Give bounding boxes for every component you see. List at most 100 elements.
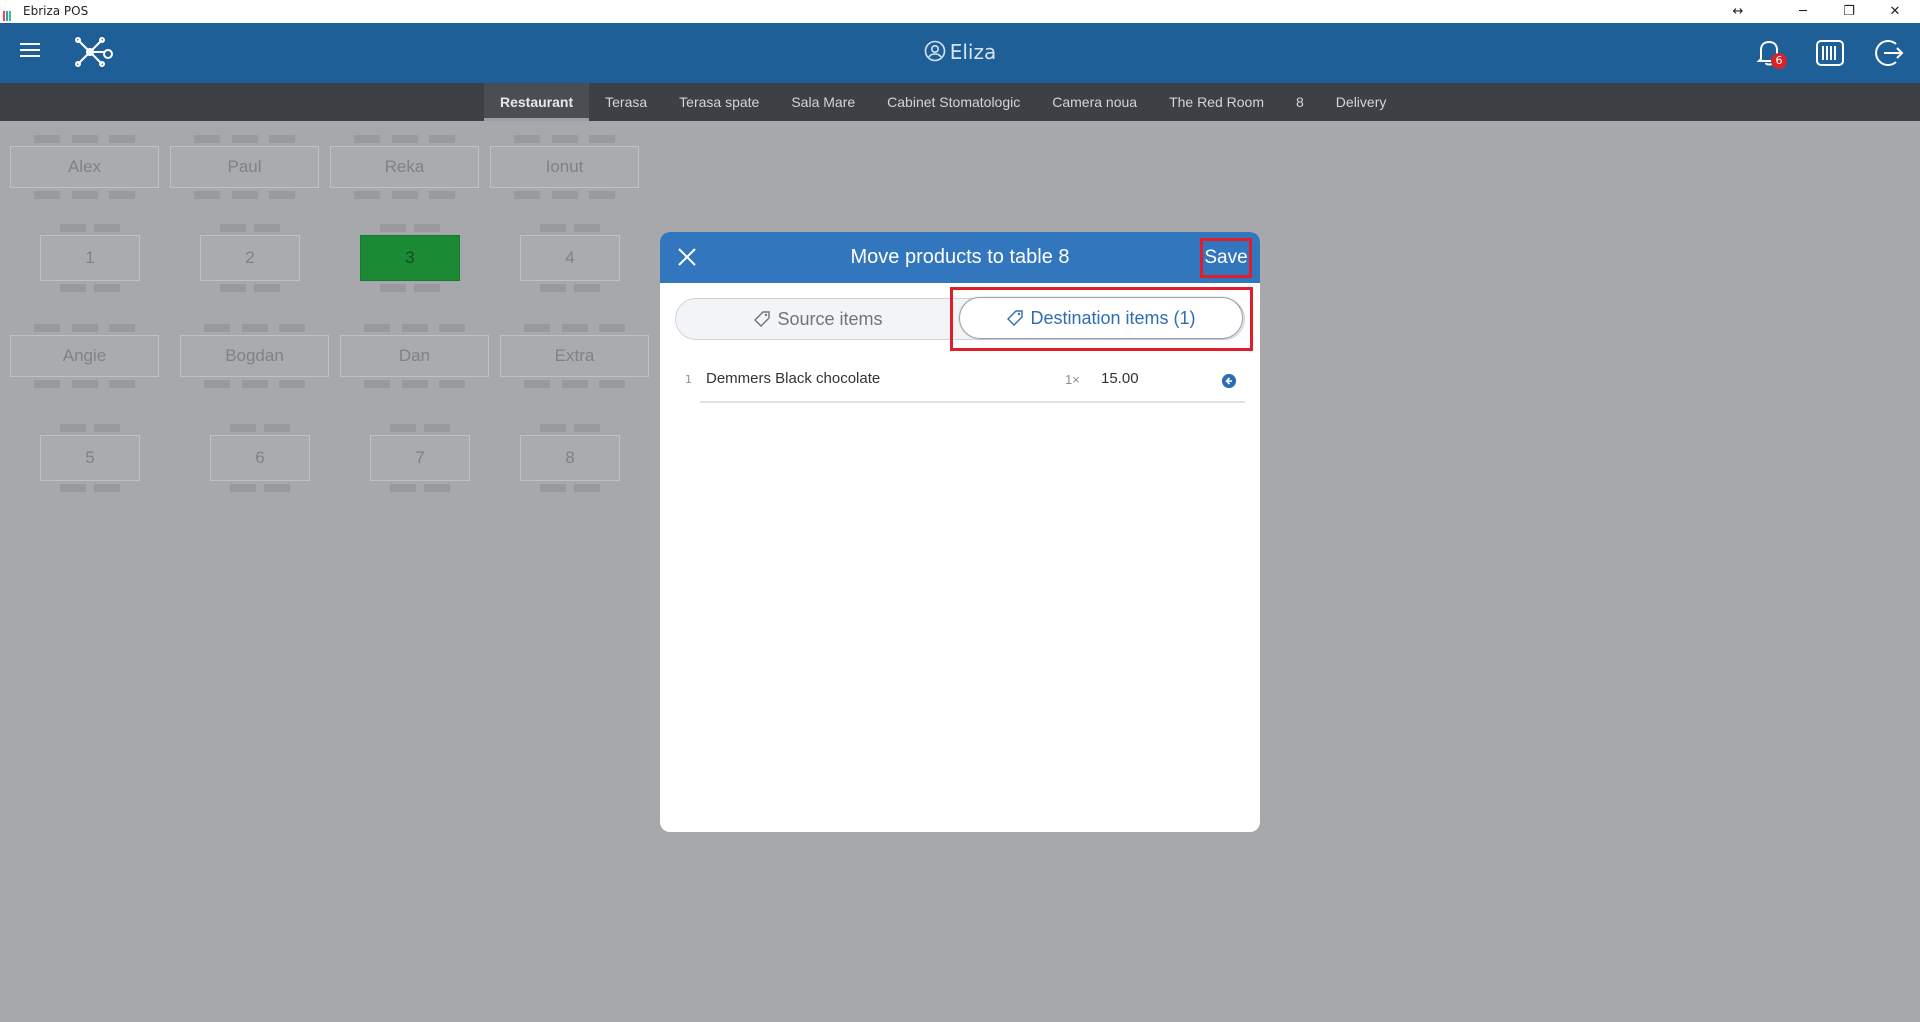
table-chair <box>71 324 98 332</box>
restore-button[interactable]: ❐ <box>1827 0 1871 23</box>
table-chair <box>241 380 268 388</box>
tab-room[interactable]: Terasa <box>589 83 663 121</box>
table-4[interactable]: 4 <box>520 235 620 281</box>
table-chair <box>524 380 551 388</box>
table-chair <box>71 380 98 388</box>
window-title: Ebriza POS <box>23 4 89 18</box>
table-2[interactable]: 2 <box>200 235 300 281</box>
table-chair <box>354 135 381 143</box>
table-chair <box>241 324 268 332</box>
table-chair <box>194 191 221 199</box>
table-alex[interactable]: Alex <box>10 146 159 188</box>
table-dan[interactable]: Dan <box>340 335 489 377</box>
table-chair <box>34 191 61 199</box>
table-5[interactable]: 5 <box>40 435 140 481</box>
table-7[interactable]: 7 <box>370 435 470 481</box>
table-chair <box>401 324 428 332</box>
dialog-header: Move products to table 8 Save <box>660 232 1260 283</box>
tab-room[interactable]: Terasa spate <box>663 83 775 121</box>
table-chair <box>108 380 135 388</box>
tab-destination-items[interactable]: Destination items (1) <box>959 297 1243 339</box>
tab-room[interactable]: Sala Mare <box>775 83 871 121</box>
table-chair <box>551 135 578 143</box>
tab-room[interactable]: The Red Room <box>1153 83 1280 121</box>
table-chair <box>380 224 407 232</box>
close-icon[interactable] <box>672 242 702 272</box>
receipt-icon <box>1816 40 1844 66</box>
item-quantity: 1× <box>1065 372 1080 387</box>
table-chair <box>60 424 87 432</box>
tab-room[interactable]: Restaurant <box>484 83 590 121</box>
table-chair <box>268 135 295 143</box>
item-price: 15.00 <box>1101 370 1139 387</box>
tab-room[interactable]: 8 <box>1280 83 1320 121</box>
tab-room[interactable]: Delivery <box>1320 83 1403 121</box>
table-chair <box>60 484 87 492</box>
receipt-button[interactable] <box>1812 35 1848 71</box>
list-item[interactable]: 1 Demmers Black chocolate 1× 15.00 <box>675 362 1245 402</box>
tab-room[interactable]: Cabinet Stomatologic <box>871 83 1036 121</box>
table-chair <box>428 191 455 199</box>
table-chair <box>588 135 615 143</box>
minimize-button[interactable]: ─ <box>1781 0 1825 23</box>
table-ionut[interactable]: Ionut <box>490 146 639 188</box>
table-chair <box>391 135 418 143</box>
table-chair <box>540 424 567 432</box>
table-paul[interactable]: Paul <box>170 146 319 188</box>
table-6[interactable]: 6 <box>210 435 310 481</box>
table-chair <box>413 224 440 232</box>
notifications-button[interactable]: 6 <box>1751 35 1787 71</box>
table-chair <box>108 191 135 199</box>
tab-source-items[interactable]: Source items <box>676 299 960 339</box>
move-products-dialog: Move products to table 8 Save Source ite… <box>660 232 1260 832</box>
table-chair <box>588 191 615 199</box>
table-chair <box>413 284 440 292</box>
item-index: 1 <box>685 373 692 386</box>
table-chair <box>514 135 541 143</box>
table-chair <box>204 324 231 332</box>
table-chair <box>390 424 417 432</box>
table-chair <box>573 224 600 232</box>
table-8[interactable]: 8 <box>520 435 620 481</box>
logout-icon <box>1875 40 1904 66</box>
table-chair <box>391 191 418 199</box>
table-chair <box>194 135 221 143</box>
table-chair <box>573 424 600 432</box>
table-bogdan[interactable]: Bogdan <box>180 335 329 377</box>
table-chair <box>93 224 120 232</box>
item-divider <box>700 401 1245 403</box>
table-chair <box>220 284 247 292</box>
table-chair <box>60 224 87 232</box>
table-chair <box>93 284 120 292</box>
table-chair <box>423 484 450 492</box>
table-chair <box>428 135 455 143</box>
table-chair <box>220 224 247 232</box>
close-window-button[interactable]: ✕ <box>1873 0 1917 23</box>
destination-items-label: Destination items (1) <box>1030 307 1196 328</box>
table-3[interactable]: 3 <box>360 235 460 281</box>
tab-room[interactable]: Camera noua <box>1036 83 1153 121</box>
table-chair <box>573 284 600 292</box>
save-button[interactable]: Save <box>1200 238 1252 278</box>
user-display[interactable]: Eliza <box>0 40 1920 64</box>
table-chair <box>573 484 600 492</box>
user-icon <box>924 40 946 62</box>
table-angie[interactable]: Angie <box>10 335 159 377</box>
user-name: Eliza <box>949 40 997 64</box>
table-chair <box>108 135 135 143</box>
table-chair <box>380 284 407 292</box>
logout-button[interactable] <box>1872 35 1908 71</box>
table-chair <box>60 284 87 292</box>
table-chair <box>278 380 305 388</box>
room-tabs: Restaurant Terasa Terasa spate Sala Mare Cab… <box>0 83 1920 121</box>
table-chair <box>364 380 391 388</box>
move-back-icon[interactable] <box>1222 374 1236 388</box>
table-extra[interactable]: Extra <box>500 335 649 377</box>
table-1[interactable]: 1 <box>40 235 140 281</box>
app-logo-icon <box>3 6 17 21</box>
table-chair <box>93 424 120 432</box>
table-reka[interactable]: Reka <box>330 146 479 188</box>
resize-icon[interactable]: ↔ <box>1716 0 1760 23</box>
table-chair <box>390 484 417 492</box>
tag-icon <box>754 311 771 327</box>
